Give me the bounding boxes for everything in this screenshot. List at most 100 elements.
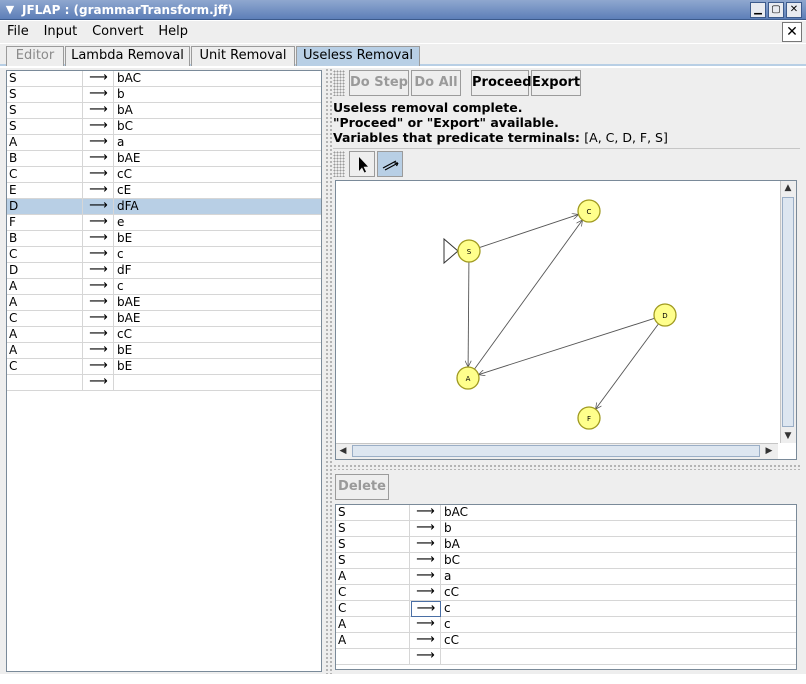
close-tab-button[interactable]: ✕ <box>782 22 802 42</box>
production-lhs[interactable]: B <box>7 151 83 167</box>
result-row[interactable]: A ⟶ c <box>336 617 796 633</box>
do-all-button[interactable]: Do All <box>411 70 461 96</box>
tab-unit-removal[interactable]: Unit Removal <box>191 46 295 66</box>
close-window-button[interactable]: ✕ <box>786 2 802 18</box>
result-rhs[interactable]: c <box>442 601 792 617</box>
scroll-left-icon[interactable]: ◀ <box>336 444 350 458</box>
grammar-row[interactable]: S ⟶ bAC <box>7 71 321 87</box>
production-rhs[interactable]: b <box>115 87 315 103</box>
production-rhs[interactable]: bC <box>115 119 315 135</box>
grammar-table[interactable]: S ⟶ bAC S ⟶ b S ⟶ bA S ⟶ bC A ⟶ a B ⟶ bAE C ⟶ cC E ⟶ cE D ⟶ dFA F ⟶ e… <box>6 70 322 672</box>
production-rhs[interactable]: dFA <box>115 199 315 215</box>
maximize-button[interactable]: ▢ <box>768 2 784 18</box>
result-row[interactable]: A ⟶ cC <box>336 633 796 649</box>
result-row[interactable]: S ⟶ bAC <box>336 505 796 521</box>
production-lhs[interactable]: C <box>7 167 83 183</box>
result-lhs[interactable]: C <box>336 585 410 601</box>
horizontal-scrollbar[interactable]: ◀ ▶ <box>336 443 778 459</box>
grammar-row[interactable]: A ⟶ bAE <box>7 295 321 311</box>
grammar-row[interactable]: ⟶ <box>7 375 321 391</box>
production-lhs[interactable]: A <box>7 135 83 151</box>
production-lhs[interactable]: E <box>7 183 83 199</box>
result-row[interactable]: A ⟶ a <box>336 569 796 585</box>
result-rhs[interactable] <box>442 649 792 665</box>
result-row[interactable]: C ⟶ cC <box>336 585 796 601</box>
graph-edge-S-A[interactable] <box>468 261 469 367</box>
grammar-row[interactable]: A ⟶ a <box>7 135 321 151</box>
production-lhs[interactable]: S <box>7 103 83 119</box>
production-lhs[interactable]: S <box>7 71 83 87</box>
production-rhs[interactable]: e <box>115 215 315 231</box>
result-row[interactable]: C ⟶ c <box>336 601 796 617</box>
result-lhs[interactable]: S <box>336 553 410 569</box>
minimize-button[interactable]: ▁ <box>750 2 766 18</box>
result-lhs[interactable]: A <box>336 633 410 649</box>
pointer-tool-button[interactable] <box>349 151 375 177</box>
result-rhs[interactable]: cC <box>442 585 792 601</box>
result-rhs[interactable]: cC <box>442 633 792 649</box>
result-lhs[interactable]: A <box>336 617 410 633</box>
result-rhs[interactable]: a <box>442 569 792 585</box>
do-step-button[interactable]: Do Step <box>349 70 409 96</box>
production-rhs[interactable]: cC <box>115 167 315 183</box>
grammar-row[interactable]: D ⟶ dFA <box>7 199 321 215</box>
horizontal-scroll-thumb[interactable] <box>352 445 760 457</box>
grammar-row[interactable]: B ⟶ bE <box>7 231 321 247</box>
grammar-row[interactable]: B ⟶ bAE <box>7 151 321 167</box>
production-rhs[interactable]: bAE <box>115 151 315 167</box>
production-lhs[interactable]: F <box>7 215 83 231</box>
graph-edge-D-F[interactable] <box>596 323 659 409</box>
production-rhs[interactable]: bE <box>115 343 315 359</box>
vertical-scrollbar[interactable]: ▲ ▼ <box>780 181 796 443</box>
grammar-row[interactable]: F ⟶ e <box>7 215 321 231</box>
toolbar-grip[interactable] <box>333 70 345 96</box>
menu-file[interactable]: File <box>3 21 33 43</box>
grammar-row[interactable]: C ⟶ bE <box>7 359 321 375</box>
tab-useless-removal[interactable]: Useless Removal <box>296 46 420 66</box>
production-lhs[interactable]: S <box>7 87 83 103</box>
result-grammar-table[interactable]: S ⟶ bAC S ⟶ b S ⟶ bA S ⟶ bC A ⟶ a C ⟶ cC C ⟶ c A ⟶ c A ⟶ cC ⟶ <box>335 504 797 670</box>
production-rhs[interactable]: c <box>115 247 315 263</box>
menu-convert[interactable]: Convert <box>88 21 147 43</box>
vertical-scroll-thumb[interactable] <box>782 197 794 427</box>
result-lhs[interactable]: S <box>336 521 410 537</box>
graph-edge-S-C[interactable] <box>479 214 578 248</box>
horizontal-splitter[interactable] <box>333 464 800 470</box>
production-lhs[interactable]: S <box>7 119 83 135</box>
production-lhs[interactable]: A <box>7 343 83 359</box>
production-rhs[interactable]: bE <box>115 359 315 375</box>
result-lhs[interactable]: S <box>336 505 410 521</box>
delete-button[interactable]: Delete <box>335 474 389 500</box>
production-rhs[interactable]: cC <box>115 327 315 343</box>
production-lhs[interactable] <box>7 375 83 391</box>
grammar-row[interactable]: S ⟶ bA <box>7 103 321 119</box>
production-rhs[interactable]: a <box>115 135 315 151</box>
tab-editor[interactable]: Editor <box>6 46 64 66</box>
result-row[interactable]: S ⟶ bC <box>336 553 796 569</box>
edge-tool-button[interactable] <box>377 151 403 177</box>
result-rhs[interactable]: bC <box>442 553 792 569</box>
production-lhs[interactable]: D <box>7 199 83 215</box>
production-rhs[interactable]: cE <box>115 183 315 199</box>
production-rhs[interactable]: bAE <box>115 311 315 327</box>
production-rhs[interactable]: c <box>115 279 315 295</box>
production-lhs[interactable]: A <box>7 327 83 343</box>
production-lhs[interactable]: A <box>7 295 83 311</box>
production-rhs[interactable]: bA <box>115 103 315 119</box>
scroll-up-icon[interactable]: ▲ <box>781 181 795 195</box>
production-rhs[interactable]: dF <box>115 263 315 279</box>
export-button[interactable]: Export <box>531 70 581 96</box>
dependency-graph-canvas[interactable]: S C D A F <box>336 181 778 443</box>
grammar-row[interactable]: C ⟶ cC <box>7 167 321 183</box>
scroll-down-icon[interactable]: ▼ <box>781 429 795 443</box>
production-lhs[interactable]: D <box>7 263 83 279</box>
production-rhs[interactable]: bAC <box>115 71 315 87</box>
grammar-row[interactable]: A ⟶ c <box>7 279 321 295</box>
tab-lambda-removal[interactable]: Lambda Removal <box>65 46 190 66</box>
window-title-bar[interactable]: ▼ JFLAP : (grammarTransform.jff) ▁ ▢ ✕ <box>0 0 806 20</box>
grammar-row[interactable]: C ⟶ bAE <box>7 311 321 327</box>
proceed-button[interactable]: Proceed <box>471 70 532 96</box>
result-row[interactable]: S ⟶ bA <box>336 537 796 553</box>
production-rhs[interactable]: bE <box>115 231 315 247</box>
vertical-splitter[interactable] <box>325 68 332 674</box>
